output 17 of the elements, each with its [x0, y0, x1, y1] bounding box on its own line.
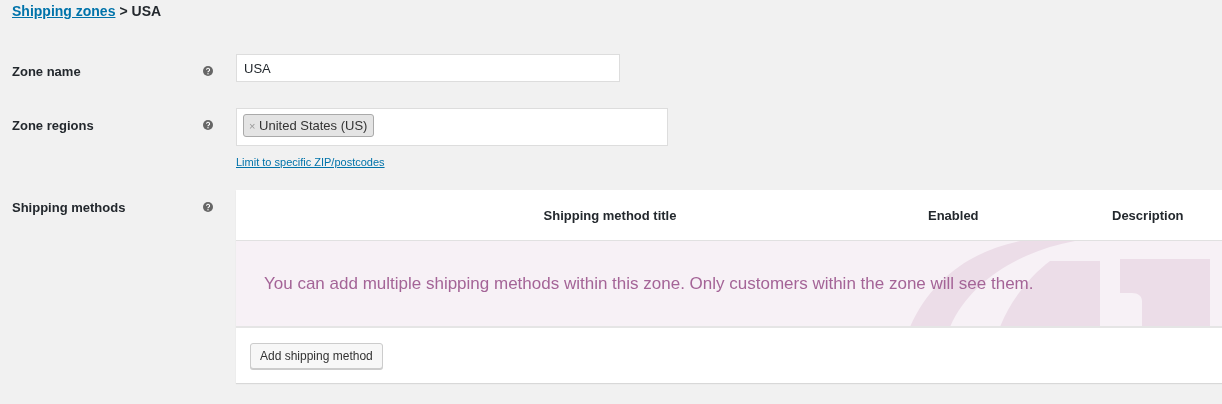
postcodes-link[interactable]: Limit to specific ZIP/postcodes: [236, 156, 668, 168]
region-tag[interactable]: × United States (US): [243, 114, 375, 137]
add-method-button[interactable]: Add shipping method: [250, 342, 383, 369]
help-icon[interactable]: [203, 202, 213, 212]
breadcrumb-current: > USA: [119, 3, 162, 19]
column-header: Enabled: [927, 207, 980, 223]
column-header: Shipping method title: [542, 207, 678, 223]
column-header: Description: [1111, 207, 1185, 223]
field-label: Shipping methods: [12, 199, 127, 215]
field-label: Zone name: [12, 63, 82, 79]
help-icon[interactable]: [203, 120, 213, 130]
breadcrumb-link[interactable]: Shipping zones: [12, 3, 116, 19]
empty-message: You can add multiple shipping methods within this zone. Only customers within the zone will see them.: [263, 273, 1034, 294]
help-icon[interactable]: [203, 66, 213, 76]
field-label: Zone regions: [12, 117, 95, 133]
regions-field[interactable]: × United States (US): [236, 108, 668, 146]
zone-name-field[interactable]: USA: [236, 54, 620, 82]
